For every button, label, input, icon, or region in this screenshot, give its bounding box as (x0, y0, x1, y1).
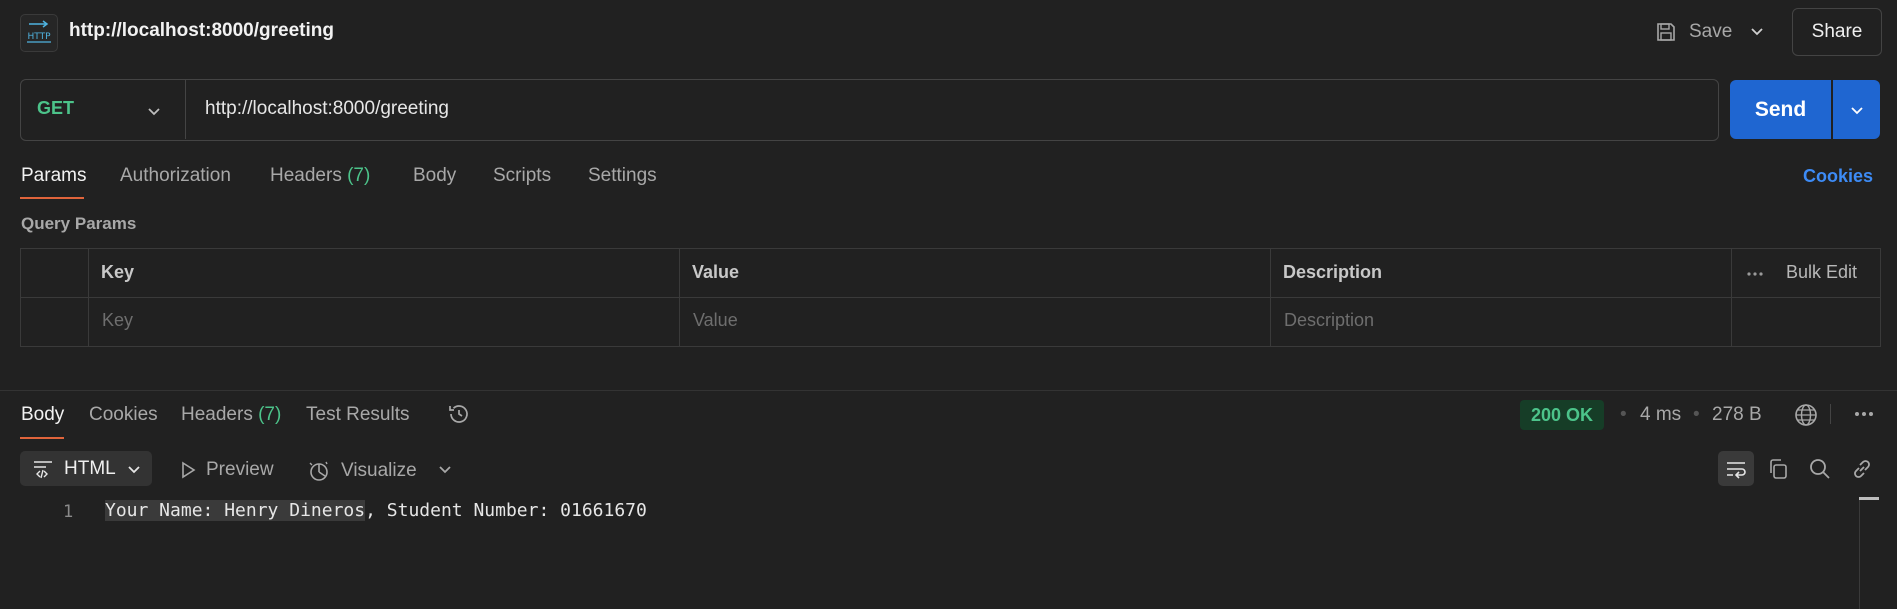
scrollbar-thumb[interactable] (1859, 497, 1879, 500)
chevron-down-icon (1848, 101, 1866, 119)
response-tab-headers-label: Headers (181, 404, 253, 425)
tab-headers-label: Headers (270, 165, 342, 186)
preview-label: Preview (206, 459, 274, 480)
chevron-down-icon[interactable] (1748, 22, 1766, 40)
svg-text:HTTP: HTTP (27, 32, 51, 42)
active-tab-indicator (20, 437, 64, 439)
wrap-icon (1725, 459, 1747, 479)
format-label: HTML (64, 457, 116, 479)
tab-scripts[interactable]: Scripts (493, 165, 551, 187)
http-request-icon: HTTP (20, 14, 58, 52)
search-icon[interactable] (1808, 457, 1832, 481)
preview-button[interactable]: Preview (180, 459, 274, 481)
request-title[interactable]: http://localhost:8000/greeting (69, 20, 334, 42)
response-size[interactable]: 278 B (1712, 404, 1762, 426)
scrollbar-track[interactable] (1859, 497, 1860, 609)
response-body-line[interactable]: Your Name: Henry Dineros, Student Number… (105, 500, 647, 521)
separator-dot: • (1620, 404, 1627, 425)
chevron-down-icon[interactable] (145, 102, 163, 120)
query-params-table: Key Value Description Bulk Edit Key Valu… (20, 248, 1881, 347)
response-headers-count: (7) (258, 404, 282, 425)
save-button[interactable]: Save (1655, 14, 1732, 50)
visualize-button[interactable]: Visualize (307, 459, 417, 483)
link-icon[interactable] (1850, 457, 1874, 481)
bulk-edit-button[interactable]: Bulk Edit (1786, 262, 1857, 283)
description-input[interactable]: Description (1284, 310, 1374, 331)
visualize-label: Visualize (341, 460, 417, 481)
separator-dot: • (1693, 404, 1700, 425)
save-label: Save (1689, 21, 1733, 42)
chevron-down-icon[interactable] (436, 460, 454, 478)
active-tab-indicator (20, 197, 84, 199)
copy-icon[interactable] (1767, 458, 1789, 480)
tab-headers[interactable]: Headers (7) (270, 165, 370, 187)
query-params-label: Query Params (21, 214, 137, 233)
pane-divider[interactable] (0, 390, 1897, 391)
more-options-icon[interactable] (1747, 271, 1763, 277)
column-header-description: Description (1283, 262, 1383, 282)
globe-icon[interactable] (1793, 402, 1819, 428)
share-button[interactable]: Share (1792, 8, 1882, 56)
history-icon[interactable] (447, 402, 471, 426)
send-options-button[interactable] (1833, 80, 1880, 139)
divider (185, 80, 186, 139)
send-button[interactable]: Send (1730, 80, 1831, 139)
status-badge[interactable]: 200 OK (1520, 400, 1605, 430)
line-number: 1 (63, 502, 74, 522)
selected-text: Your Name: Henry Dineros (105, 500, 366, 521)
tab-authorization[interactable]: Authorization (120, 165, 231, 187)
divider (1830, 404, 1831, 424)
response-time[interactable]: 4 ms (1640, 404, 1681, 426)
format-select[interactable]: HTML (20, 451, 152, 486)
column-header-value: Value (692, 262, 740, 282)
tab-body[interactable]: Body (413, 165, 456, 187)
response-tab-cookies[interactable]: Cookies (89, 404, 158, 426)
tab-params[interactable]: Params (21, 165, 86, 187)
word-wrap-toggle[interactable] (1718, 451, 1754, 486)
headers-count: (7) (347, 165, 371, 186)
visualize-icon (307, 459, 331, 483)
cookies-link[interactable]: Cookies (1803, 166, 1873, 187)
key-input[interactable]: Key (102, 310, 133, 331)
response-tab-body[interactable]: Body (21, 404, 64, 426)
play-icon (180, 461, 196, 479)
format-lines-icon (32, 458, 54, 480)
method-select[interactable]: GET (37, 98, 74, 119)
tab-settings[interactable]: Settings (588, 165, 657, 187)
save-icon (1655, 21, 1677, 43)
value-input[interactable]: Value (693, 310, 738, 331)
more-options-icon[interactable] (1854, 411, 1874, 417)
response-tab-headers[interactable]: Headers (7) (181, 404, 281, 426)
url-input[interactable]: http://localhost:8000/greeting (205, 98, 449, 120)
chevron-down-icon (126, 461, 142, 477)
column-header-key: Key (101, 262, 135, 282)
response-tab-test-results[interactable]: Test Results (306, 404, 409, 426)
response-text: , Student Number: 01661670 (365, 500, 647, 521)
